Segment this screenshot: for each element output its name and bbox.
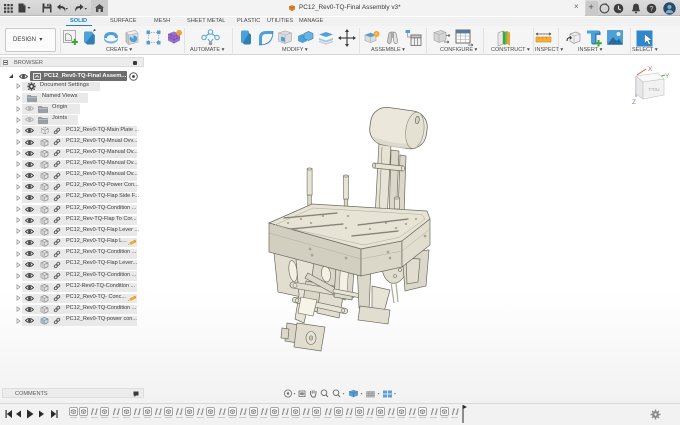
svg-text:?: ? (650, 6, 654, 13)
svg-text:LEFT: LEFT (648, 87, 659, 92)
svg-text:Z: Z (632, 99, 636, 106)
svg-text:X: X (648, 66, 653, 73)
svg-text:Y: Y (665, 73, 670, 80)
